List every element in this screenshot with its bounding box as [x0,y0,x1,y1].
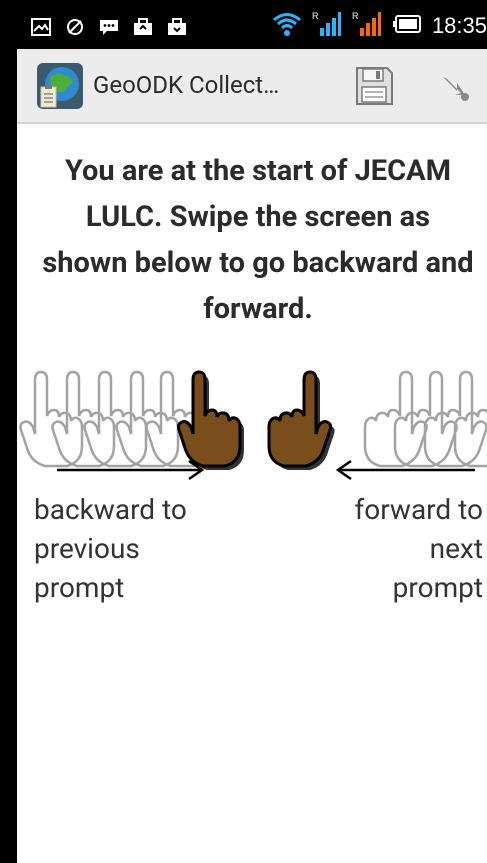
signal-r-icon: R [352,10,382,42]
svg-text:R: R [312,11,319,21]
floppy-disk-icon[interactable] [351,63,397,109]
ghost-hand-icon [19,370,210,468]
pointing-hand-icon [267,370,335,470]
battery-icon [392,14,422,38]
globe-clipboard-icon[interactable] [37,63,83,109]
svg-text:R: R [352,11,359,21]
arrow-left-icon [335,459,475,481]
sync-icon [65,18,85,36]
arrow-down-right-icon[interactable] [437,63,477,109]
device-screen: R R 18:35 GeoODK Collect… You are at the… [17,0,487,863]
gallery-icon [31,18,51,36]
wifi-icon [272,11,302,41]
status-bar: R R 18:35 [17,0,487,49]
notification-icons [31,18,187,36]
bag-icon [133,18,153,36]
pointing-hand-icon [176,370,244,470]
bag-icon [167,18,187,36]
forward-label: forward to next prompt [354,493,483,604]
signal-r-icon: R [312,10,342,42]
arrow-right-icon [57,459,205,481]
app-title: GeoODK Collect… [93,71,280,99]
swipe-instruction: You are at the start of JECAM LULC. Swip… [42,154,474,326]
status-time: 18:35 [431,13,487,38]
backward-label: backward to previous prompt [34,493,187,604]
system-icons: R R 18:35 [272,10,487,42]
action-bar: GeoODK Collect… [17,49,487,124]
chat-icon [99,18,119,36]
ghost-hand-icon [363,370,487,468]
